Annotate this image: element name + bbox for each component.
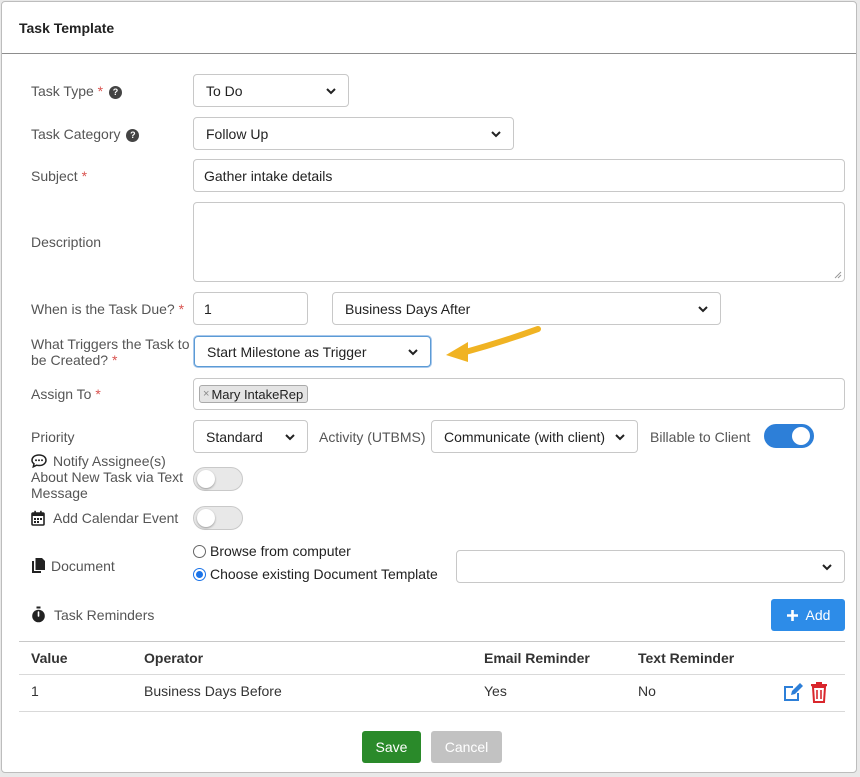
- priority-select[interactable]: Standard: [193, 420, 308, 453]
- resize-handle-icon[interactable]: [833, 270, 842, 279]
- remove-tag-icon[interactable]: ×: [203, 388, 209, 400]
- table-bottom-divider: [19, 711, 845, 712]
- task-type-label: Task Type * ?: [31, 83, 123, 99]
- calendar-icon: [31, 510, 45, 526]
- comment-icon: [31, 454, 47, 469]
- plus-icon: [786, 609, 798, 621]
- toggle-knob: [197, 470, 215, 488]
- modal-title: Task Template: [2, 2, 856, 54]
- description-label: Description: [31, 234, 102, 250]
- due-amount-input[interactable]: 1: [193, 292, 308, 325]
- priority-label: Priority: [31, 429, 75, 445]
- calendar-label: Add Calendar Event: [31, 510, 178, 526]
- document-label: Document: [31, 557, 115, 574]
- task-type-select[interactable]: To Do: [193, 74, 349, 107]
- subject-label: Subject *: [31, 168, 88, 184]
- document-icon: [32, 558, 45, 573]
- subject-input[interactable]: Gather intake details: [193, 159, 845, 192]
- notify-label: Notify Assignee(s) About New Task via Te…: [31, 453, 184, 501]
- table-top-divider: [19, 641, 845, 642]
- save-button[interactable]: Save: [362, 731, 421, 763]
- task-template-modal: Task Template Task Type * ? To Do Task C…: [1, 1, 857, 773]
- activity-select[interactable]: Communicate (with client): [431, 420, 638, 453]
- trash-icon[interactable]: [810, 681, 828, 703]
- help-icon[interactable]: ?: [126, 129, 140, 142]
- chevron-down-icon: [285, 433, 295, 440]
- assign-to-label: Assign To *: [31, 386, 101, 402]
- due-label: When is the Task Due? *: [31, 301, 185, 317]
- radio-browse[interactable]: Browse from computer: [193, 543, 351, 559]
- reminders-title: Task Reminders: [31, 606, 154, 623]
- add-reminder-button[interactable]: Add: [771, 599, 845, 631]
- assignee-tag: × Mary IntakeRep: [199, 385, 309, 403]
- column-header-operator: Operator: [144, 650, 204, 666]
- toggle-knob: [792, 427, 810, 445]
- due-unit-select[interactable]: Business Days After: [332, 292, 721, 325]
- column-header-text: Text Reminder: [638, 650, 735, 666]
- cell-email: Yes: [484, 683, 507, 699]
- toggle-knob: [197, 509, 215, 527]
- radio-browse-button[interactable]: [193, 545, 206, 558]
- chevron-down-icon: [615, 433, 625, 440]
- radio-existing-button[interactable]: [193, 568, 206, 581]
- notify-toggle[interactable]: [193, 467, 243, 491]
- task-category-select[interactable]: Follow Up: [193, 117, 514, 150]
- task-category-label: Task Category ?: [31, 126, 140, 142]
- arrow-annotation-icon: [446, 326, 541, 362]
- billable-label: Billable to Client: [650, 429, 751, 445]
- document-template-select[interactable]: [456, 550, 845, 583]
- cell-text: No: [638, 683, 656, 699]
- cancel-button[interactable]: Cancel: [431, 731, 502, 763]
- chevron-down-icon: [326, 87, 336, 94]
- billable-toggle[interactable]: [764, 424, 814, 448]
- cell-value: 1: [31, 683, 39, 699]
- column-header-email: Email Reminder: [484, 650, 590, 666]
- chevron-down-icon: [491, 130, 501, 137]
- description-textarea[interactable]: [193, 202, 845, 282]
- calendar-toggle[interactable]: [193, 506, 243, 530]
- activity-label: Activity (UTBMS): [319, 429, 426, 445]
- stopwatch-icon: [32, 606, 45, 623]
- trigger-label: What Triggers the Task to be Created? *: [31, 336, 190, 368]
- radio-existing[interactable]: Choose existing Document Template: [193, 566, 438, 582]
- chevron-down-icon: [408, 348, 418, 355]
- assign-to-multiselect[interactable]: × Mary IntakeRep: [193, 378, 845, 410]
- trigger-select[interactable]: Start Milestone as Trigger: [194, 336, 431, 367]
- edit-icon[interactable]: [782, 682, 804, 703]
- table-header-divider: [19, 674, 845, 675]
- column-header-value: Value: [31, 650, 68, 666]
- chevron-down-icon: [698, 305, 708, 312]
- cell-operator: Business Days Before: [144, 683, 282, 699]
- help-icon[interactable]: ?: [109, 86, 123, 99]
- chevron-down-icon: [822, 563, 832, 570]
